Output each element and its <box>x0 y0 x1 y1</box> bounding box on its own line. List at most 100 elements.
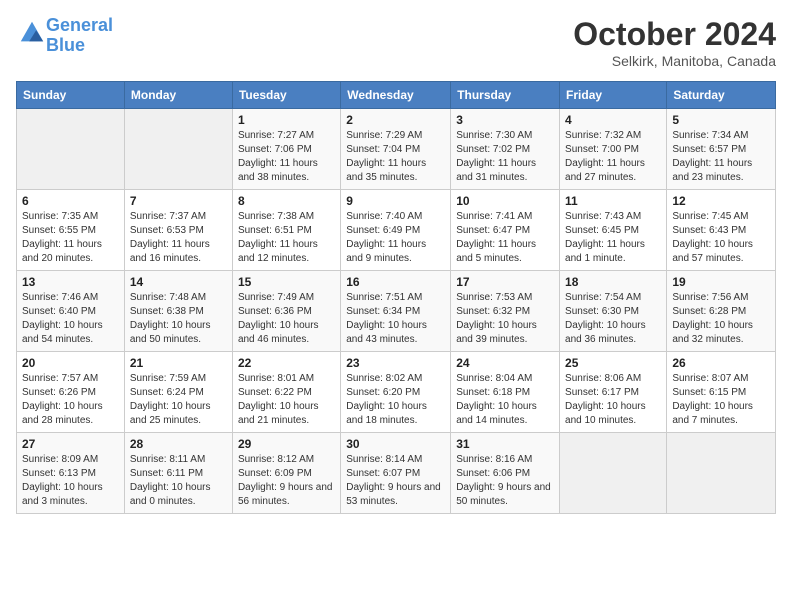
day-number: 4 <box>565 113 661 127</box>
day-number: 18 <box>565 275 661 289</box>
day-info: Sunrise: 8:01 AM Sunset: 6:22 PM Dayligh… <box>238 372 335 428</box>
logo-line2: Blue <box>46 35 85 55</box>
calendar-cell: 19 Sunrise: 7:56 AM Sunset: 6:28 PM Dayli… <box>667 271 776 352</box>
day-info: Sunrise: 7:59 AM Sunset: 6:24 PM Dayligh… <box>130 372 227 428</box>
weekday-header: Monday <box>124 82 232 109</box>
day-number: 2 <box>346 113 445 127</box>
calendar-cell: 30Sunrise: 8:14 AM Sunset: 6:07 PM Dayli… <box>341 433 451 514</box>
day-number: 13 <box>22 275 119 289</box>
day-info: Sunrise: 8:16 AM Sunset: 6:06 PM Dayligh… <box>456 453 554 509</box>
day-info: Sunrise: 8:11 AM Sunset: 6:11 PM Dayligh… <box>130 453 227 509</box>
day-info: Sunrise: 8:14 AM Sunset: 6:07 PM Dayligh… <box>346 453 445 509</box>
day-number: 6 <box>22 194 119 208</box>
day-info: Sunrise: 8:04 AM Sunset: 6:18 PM Dayligh… <box>456 372 554 428</box>
day-info: Sunrise: 7:41 AM Sunset: 6:47 PM Dayligh… <box>456 210 554 266</box>
calendar-week-row: 13 Sunrise: 7:46 AM Sunset: 6:40 PM Dayli… <box>17 271 776 352</box>
day-info: Sunrise: 7:46 AM Sunset: 6:40 PM Dayligh… <box>22 291 119 347</box>
calendar-week-row: 6 Sunrise: 7:35 AM Sunset: 6:55 PM Daylig… <box>17 190 776 271</box>
day-number: 5 <box>672 113 770 127</box>
calendar-cell <box>560 433 667 514</box>
day-info: Sunrise: 7:43 AM Sunset: 6:45 PM Dayligh… <box>565 210 661 266</box>
weekday-header: Saturday <box>667 82 776 109</box>
calendar-cell: 11Sunrise: 7:43 AM Sunset: 6:45 PM Dayli… <box>560 190 667 271</box>
calendar-cell: 5 Sunrise: 7:34 AM Sunset: 6:57 PM Daylig… <box>667 109 776 190</box>
calendar-cell: 4 Sunrise: 7:32 AM Sunset: 7:00 PM Daylig… <box>560 109 667 190</box>
calendar-cell: 18 Sunrise: 7:54 AM Sunset: 6:30 PM Dayli… <box>560 271 667 352</box>
day-number: 24 <box>456 356 554 370</box>
day-info: Sunrise: 7:37 AM Sunset: 6:53 PM Dayligh… <box>130 210 227 266</box>
calendar-cell: 26Sunrise: 8:07 AM Sunset: 6:15 PM Dayli… <box>667 352 776 433</box>
calendar-cell: 13 Sunrise: 7:46 AM Sunset: 6:40 PM Dayli… <box>17 271 125 352</box>
calendar-cell: 27 Sunrise: 8:09 AM Sunset: 6:13 PM Dayli… <box>17 433 125 514</box>
weekday-header: Wednesday <box>341 82 451 109</box>
day-info: Sunrise: 8:09 AM Sunset: 6:13 PM Dayligh… <box>22 453 119 509</box>
calendar-cell: 21 Sunrise: 7:59 AM Sunset: 6:24 PM Dayli… <box>124 352 232 433</box>
calendar-cell: 10 Sunrise: 7:41 AM Sunset: 6:47 PM Dayli… <box>451 190 560 271</box>
day-info: Sunrise: 7:35 AM Sunset: 6:55 PM Dayligh… <box>22 210 119 266</box>
calendar-cell: 14 Sunrise: 7:48 AM Sunset: 6:38 PM Dayli… <box>124 271 232 352</box>
day-info: Sunrise: 7:57 AM Sunset: 6:26 PM Dayligh… <box>22 372 119 428</box>
logo-icon <box>18 19 46 47</box>
title-block: October 2024 Selkirk, Manitoba, Canada <box>573 16 776 69</box>
calendar-week-row: 20Sunrise: 7:57 AM Sunset: 6:26 PM Dayli… <box>17 352 776 433</box>
calendar-cell: 28 Sunrise: 8:11 AM Sunset: 6:11 PM Dayli… <box>124 433 232 514</box>
day-number: 21 <box>130 356 227 370</box>
day-number: 12 <box>672 194 770 208</box>
calendar-cell: 8Sunrise: 7:38 AM Sunset: 6:51 PM Daylig… <box>232 190 340 271</box>
weekday-header: Sunday <box>17 82 125 109</box>
day-number: 27 <box>22 437 119 451</box>
day-number: 10 <box>456 194 554 208</box>
day-info: Sunrise: 7:45 AM Sunset: 6:43 PM Dayligh… <box>672 210 770 266</box>
calendar-cell: 15Sunrise: 7:49 AM Sunset: 6:36 PM Dayli… <box>232 271 340 352</box>
day-number: 9 <box>346 194 445 208</box>
day-info: Sunrise: 7:56 AM Sunset: 6:28 PM Dayligh… <box>672 291 770 347</box>
location: Selkirk, Manitoba, Canada <box>573 53 776 69</box>
weekday-header: Friday <box>560 82 667 109</box>
calendar-cell: 12 Sunrise: 7:45 AM Sunset: 6:43 PM Dayli… <box>667 190 776 271</box>
day-info: Sunrise: 7:48 AM Sunset: 6:38 PM Dayligh… <box>130 291 227 347</box>
calendar-cell <box>124 109 232 190</box>
day-info: Sunrise: 7:34 AM Sunset: 6:57 PM Dayligh… <box>672 129 770 185</box>
calendar-cell: 23 Sunrise: 8:02 AM Sunset: 6:20 PM Dayli… <box>341 352 451 433</box>
page-header: General Blue October 2024 Selkirk, Manit… <box>16 16 776 69</box>
day-number: 14 <box>130 275 227 289</box>
day-info: Sunrise: 8:02 AM Sunset: 6:20 PM Dayligh… <box>346 372 445 428</box>
calendar-cell: 6 Sunrise: 7:35 AM Sunset: 6:55 PM Daylig… <box>17 190 125 271</box>
calendar-cell: 7 Sunrise: 7:37 AM Sunset: 6:53 PM Daylig… <box>124 190 232 271</box>
calendar-cell: 3Sunrise: 7:30 AM Sunset: 7:02 PM Daylig… <box>451 109 560 190</box>
logo-text: General Blue <box>46 16 113 56</box>
day-info: Sunrise: 7:32 AM Sunset: 7:00 PM Dayligh… <box>565 129 661 185</box>
day-number: 7 <box>130 194 227 208</box>
day-number: 23 <box>346 356 445 370</box>
calendar-cell: 31Sunrise: 8:16 AM Sunset: 6:06 PM Dayli… <box>451 433 560 514</box>
day-info: Sunrise: 7:29 AM Sunset: 7:04 PM Dayligh… <box>346 129 445 185</box>
calendar-cell: 1 Sunrise: 7:27 AM Sunset: 7:06 PM Daylig… <box>232 109 340 190</box>
day-info: Sunrise: 8:12 AM Sunset: 6:09 PM Dayligh… <box>238 453 335 509</box>
day-number: 15 <box>238 275 335 289</box>
calendar-cell <box>17 109 125 190</box>
calendar-cell: 17 Sunrise: 7:53 AM Sunset: 6:32 PM Dayli… <box>451 271 560 352</box>
calendar-cell: 25Sunrise: 8:06 AM Sunset: 6:17 PM Dayli… <box>560 352 667 433</box>
day-info: Sunrise: 7:54 AM Sunset: 6:30 PM Dayligh… <box>565 291 661 347</box>
calendar-cell <box>667 433 776 514</box>
day-number: 25 <box>565 356 661 370</box>
calendar-table: SundayMondayTuesdayWednesdayThursdayFrid… <box>16 81 776 514</box>
day-number: 17 <box>456 275 554 289</box>
day-info: Sunrise: 7:53 AM Sunset: 6:32 PM Dayligh… <box>456 291 554 347</box>
day-number: 1 <box>238 113 335 127</box>
day-number: 8 <box>238 194 335 208</box>
day-number: 22 <box>238 356 335 370</box>
calendar-cell: 22 Sunrise: 8:01 AM Sunset: 6:22 PM Dayli… <box>232 352 340 433</box>
weekday-header-row: SundayMondayTuesdayWednesdayThursdayFrid… <box>17 82 776 109</box>
calendar-cell: 20Sunrise: 7:57 AM Sunset: 6:26 PM Dayli… <box>17 352 125 433</box>
logo: General Blue <box>16 16 113 56</box>
day-info: Sunrise: 7:51 AM Sunset: 6:34 PM Dayligh… <box>346 291 445 347</box>
day-number: 28 <box>130 437 227 451</box>
day-number: 19 <box>672 275 770 289</box>
calendar-cell: 2 Sunrise: 7:29 AM Sunset: 7:04 PM Daylig… <box>341 109 451 190</box>
calendar-cell: 29Sunrise: 8:12 AM Sunset: 6:09 PM Dayli… <box>232 433 340 514</box>
calendar-week-row: 27 Sunrise: 8:09 AM Sunset: 6:13 PM Dayli… <box>17 433 776 514</box>
logo-line1: General <box>46 15 113 35</box>
day-number: 16 <box>346 275 445 289</box>
day-info: Sunrise: 7:27 AM Sunset: 7:06 PM Dayligh… <box>238 129 335 185</box>
